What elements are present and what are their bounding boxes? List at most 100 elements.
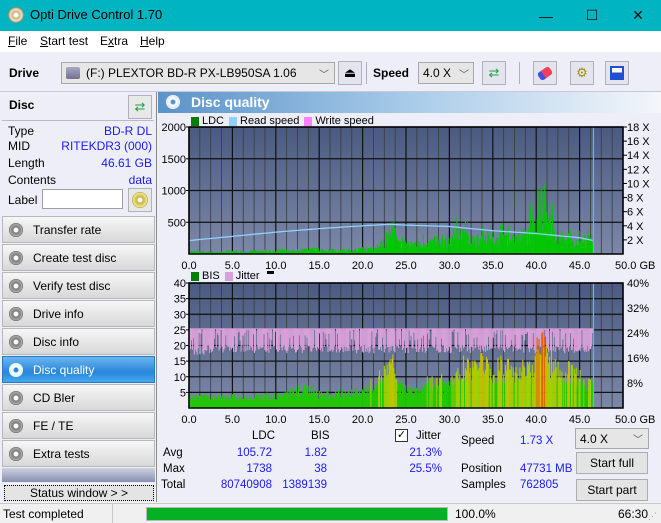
start-full-button[interactable]: Start full (576, 452, 648, 474)
bis-bar (340, 392, 342, 408)
jitter-checkbox[interactable]: ✓ (395, 429, 408, 442)
status-window-button[interactable]: Status window > > (4, 485, 154, 501)
save-icon (610, 66, 624, 80)
menu-extra[interactable]: Extra (100, 34, 128, 48)
bis-bar (579, 369, 581, 408)
jitter-bar (484, 328, 487, 352)
minimize-button[interactable]: — (523, 0, 569, 31)
disc-info-icon (9, 334, 23, 349)
jitter-bar (309, 328, 311, 347)
menu-help[interactable]: Help (140, 34, 165, 48)
bis-bar (372, 392, 374, 408)
ldc-bar (525, 230, 527, 254)
refresh-button[interactable]: ⇄ (482, 61, 506, 85)
stats-avg-ldc: 105.72 (236, 447, 272, 459)
erase-button[interactable] (533, 61, 557, 85)
x-tick-label: 20.0 (352, 260, 373, 270)
speed-select[interactable]: 4.0 X ﹀ (418, 62, 474, 84)
ldc-bar (590, 238, 592, 254)
bis-bar (231, 394, 234, 408)
bis-bar (443, 381, 446, 408)
y2-tick-label: 8 X (627, 193, 644, 205)
menu-file[interactable]: File (8, 34, 27, 48)
bis-bar (502, 379, 504, 408)
disc-length-row: Length 46.61 GB (8, 156, 152, 172)
jitter-bar (456, 328, 458, 350)
bis-bar (431, 376, 433, 408)
jitter-bar (488, 328, 490, 350)
nav-disc-quality[interactable]: Disc quality (2, 356, 155, 383)
ldc-bar (551, 203, 553, 254)
bis-bar (287, 391, 289, 408)
nav-cd-bler[interactable]: CD Bler (2, 384, 155, 411)
bis-bar (330, 396, 332, 408)
jitter-bar (367, 328, 369, 348)
save-button[interactable] (605, 61, 629, 85)
jitter-bar (414, 328, 416, 341)
resize-grip-icon[interactable]: ⋰ (648, 511, 657, 522)
nav-drive-info[interactable]: Drive info (2, 300, 155, 327)
settings-button[interactable]: ⚙ (570, 61, 594, 85)
disc-refresh-button[interactable]: ⇄ (128, 95, 152, 119)
jitter-bar (403, 328, 405, 341)
drive-select[interactable]: (F:) PLEXTOR BD-R PX-LB950SA 1.06 ﹀ (61, 62, 335, 84)
jitter-bar (399, 328, 401, 340)
jitter-bar (575, 328, 577, 352)
bis-bar (410, 385, 412, 408)
jitter-bar (281, 328, 283, 351)
test-speed-select[interactable]: 4.0 X ﹀ (575, 428, 649, 449)
jitter-bar (588, 328, 590, 352)
bis-bar (519, 367, 521, 408)
menu-start-test[interactable]: Start test (40, 34, 88, 48)
bis-bar (338, 392, 341, 408)
x-tick-label: 40.0 (525, 260, 546, 270)
jitter-bar (204, 328, 206, 351)
jitter-bar (273, 328, 275, 347)
jitter-bar (554, 328, 556, 352)
ldc-bar (528, 242, 531, 254)
jitter-bar (544, 328, 546, 331)
bis-bar (589, 379, 591, 408)
bis-bar (266, 392, 268, 408)
nav-disc-info[interactable]: Disc info (2, 328, 155, 355)
close-button[interactable]: ✕ (615, 0, 661, 31)
ldc-bar (470, 243, 472, 254)
nav-verify-test-disc[interactable]: Verify test disc (2, 272, 155, 299)
label-input[interactable] (42, 189, 123, 209)
eject-button[interactable]: ⏏ (338, 61, 362, 85)
jitter-bar (557, 328, 559, 348)
nav-transfer-rate[interactable]: Transfer rate (2, 216, 155, 243)
bis-bar (493, 374, 495, 408)
nav-extra-tests[interactable]: Extra tests (2, 440, 155, 467)
nav-fe-te[interactable]: FE / TE (2, 412, 155, 439)
jitter-bar (481, 328, 483, 346)
bis-bar (291, 397, 293, 408)
ldc-bar (517, 230, 519, 254)
ldc-bar (545, 202, 547, 254)
bis-bar (523, 365, 525, 408)
jitter-bar (210, 328, 213, 353)
maximize-button[interactable]: ☐ (569, 0, 615, 31)
jitter-bar (238, 328, 240, 332)
bis-bar (265, 397, 267, 408)
jitter-bar (346, 328, 348, 352)
bis-bar (199, 395, 201, 408)
position-value: 47731 MB (520, 463, 573, 475)
jitter-bar (300, 328, 302, 348)
nav-create-test-disc[interactable]: Create test disc (2, 244, 155, 271)
bis-bar (379, 370, 381, 408)
jitter-bar (288, 328, 290, 348)
y-tick-label: 20 (174, 341, 186, 353)
disc-type-value: BD-R DL (103, 124, 152, 138)
bis-bar (226, 397, 228, 408)
label-apply-button[interactable] (128, 188, 152, 212)
panel-header: Disc quality (158, 92, 661, 113)
bis-bar (244, 395, 246, 408)
bis-bar (492, 375, 494, 408)
ldc-bar (463, 231, 466, 254)
ldc-bar (503, 234, 505, 254)
jitter-bar (196, 328, 198, 355)
refresh-icon: ⇄ (134, 99, 146, 114)
jitter-bar (245, 328, 247, 352)
start-part-button[interactable]: Start part (576, 479, 648, 501)
